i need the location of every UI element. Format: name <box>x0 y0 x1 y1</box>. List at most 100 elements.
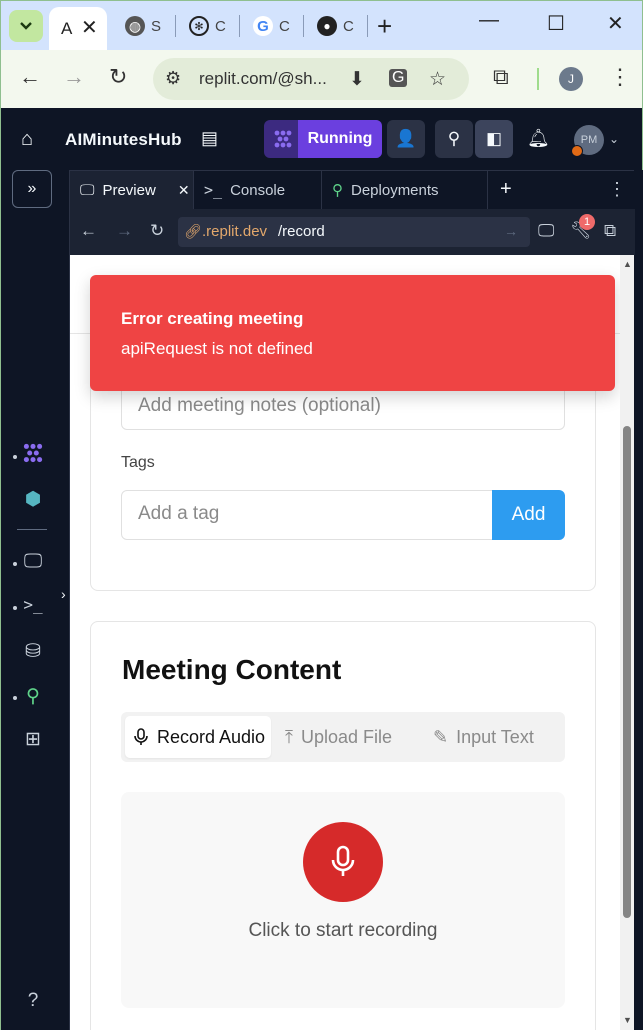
tab-title: C <box>215 17 226 35</box>
forward-icon[interactable]: → <box>116 221 133 241</box>
github-icon: ● <box>317 16 337 36</box>
tab-search-icon[interactable] <box>9 10 43 42</box>
devices-icon[interactable]: 🖵 <box>538 221 554 241</box>
tab-label: Input Text <box>456 726 534 747</box>
browser-tabstrip: A ✕ ◍ S ✻ C G C ● C + — ☐ ✕ <box>0 0 643 51</box>
pencil-icon: ✎ <box>433 726 449 747</box>
mode-selector: Record Audio ⤒ Upload File ✎ Input Text <box>121 712 565 762</box>
chevron-right-icon[interactable]: › <box>61 586 66 602</box>
run-icon[interactable] <box>21 442 45 464</box>
terminal-icon[interactable]: >_ <box>21 595 45 614</box>
recording-hint: Click to start recording <box>248 920 438 941</box>
deploy-icon[interactable]: ⚲ <box>21 685 45 708</box>
project-name[interactable]: AIMinutesHub <box>65 130 182 150</box>
browser-tab[interactable]: ◍ S <box>125 13 161 39</box>
minimize-icon[interactable]: — <box>479 9 499 32</box>
run-icon[interactable] <box>269 125 297 153</box>
rail-dot <box>13 562 17 566</box>
tab-title: C <box>343 17 354 35</box>
database-icon[interactable]: ⛁ <box>21 640 45 663</box>
back-icon[interactable]: ← <box>19 64 41 90</box>
monitor-icon: 🖵 <box>80 181 95 199</box>
reload-icon[interactable]: ↻ <box>109 64 127 90</box>
tab-deployments[interactable]: ⚲ Deployments <box>322 171 488 209</box>
address-bar[interactable]: ⚙ replit.com/@sh... ⬇ G ☆ <box>153 58 469 100</box>
preview-url-field[interactable]: 🔗︎ .replit.dev /record → <box>178 217 530 247</box>
bell-icon[interactable]: 🔔︎ <box>527 128 550 149</box>
record-audio-tab[interactable]: Record Audio <box>125 716 272 758</box>
menu-icon[interactable]: ⋮ <box>609 64 631 90</box>
reload-icon[interactable]: ↻ <box>150 221 164 241</box>
new-window-icon[interactable]: ◧ <box>475 120 513 158</box>
forward-icon[interactable]: → <box>63 64 85 90</box>
pane-tabs: 🖵 Preview ✕ >_ Console ⚲ Deployments + ⋮ <box>70 171 635 209</box>
tab-divider <box>367 15 368 37</box>
site-settings-icon[interactable]: ⚙ <box>165 68 181 89</box>
grid-icon[interactable]: ⊞ <box>21 728 45 751</box>
preview-address-bar: ← → ↻ 🔗︎ .replit.dev /record → 🖵 🔧︎ 1 ⧉ <box>70 209 635 255</box>
tag-input[interactable]: Add a tag <box>121 490 493 540</box>
tags-label: Tags <box>121 454 155 471</box>
maximize-icon[interactable]: ☐ <box>547 11 565 36</box>
status-badge <box>571 145 583 157</box>
scrollbar[interactable]: ▲ ▼ <box>620 255 634 1030</box>
help-icon[interactable]: ? <box>21 990 45 1012</box>
chevron-down-icon[interactable]: ⌄ <box>609 132 619 146</box>
file-icon[interactable]: ▤ <box>201 128 218 149</box>
plus-icon[interactable]: + <box>500 178 512 201</box>
scroll-down-icon[interactable]: ▼ <box>623 1015 632 1025</box>
translate-icon[interactable]: G <box>389 69 408 87</box>
close-icon[interactable]: ✕ <box>178 182 190 199</box>
browser-tab-active[interactable]: A ✕ <box>49 7 107 51</box>
add-tag-button[interactable]: Add <box>492 490 565 540</box>
rail-dot <box>13 606 17 610</box>
tab-label: Preview <box>102 181 156 199</box>
close-icon[interactable]: ✕ <box>607 11 624 36</box>
home-icon[interactable]: ⌂ <box>21 128 33 151</box>
scrollbar-thumb[interactable] <box>623 426 631 918</box>
tab-title: A <box>61 19 73 38</box>
meeting-content-card: Meeting Content Record Audio ⤒ Upload Fi… <box>90 621 596 1030</box>
input-text-tab[interactable]: ✎ Input Text <box>433 716 534 758</box>
tab-divider <box>175 15 176 37</box>
section-title: Meeting Content <box>122 654 342 685</box>
agent-icon[interactable]: ⬢ <box>21 488 45 511</box>
open-external-icon[interactable]: ⧉ <box>604 221 616 241</box>
invite-icon[interactable]: 👤 <box>387 120 425 158</box>
run-button[interactable]: Running <box>298 120 382 158</box>
menu-icon[interactable]: ⋮ <box>608 179 626 200</box>
files-toggle-icon[interactable]: » <box>12 170 52 208</box>
globe-icon: ◍ <box>125 16 145 36</box>
mic-icon <box>331 845 355 876</box>
browser-tab[interactable]: ● C <box>317 13 354 39</box>
profile-avatar[interactable]: J <box>559 67 583 91</box>
rail-divider <box>17 529 47 530</box>
run-group: Running <box>264 120 382 158</box>
error-count-badge: 1 <box>579 214 595 230</box>
tab-console[interactable]: >_ Console <box>194 171 322 209</box>
replit-header: ⌂ AIMinutesHub ▤ Running 👤 ⚲ ◧ 🔔︎ <box>0 108 643 170</box>
install-icon[interactable]: ⬇ <box>349 68 365 91</box>
error-toast[interactable]: Error creating meeting apiRequest is not… <box>90 275 615 391</box>
upload-icon: ⤒ <box>285 726 293 747</box>
scroll-up-icon[interactable]: ▲ <box>623 259 632 269</box>
monitor-icon[interactable]: 🖵 <box>21 551 45 573</box>
go-icon[interactable]: → <box>504 223 518 239</box>
upload-file-tab[interactable]: ⤒ Upload File <box>285 716 392 758</box>
tab-label: Record Audio <box>157 726 266 747</box>
chatgpt-icon: ✻ <box>189 16 209 36</box>
back-icon[interactable]: ← <box>80 221 97 241</box>
close-icon[interactable]: ✕ <box>81 15 98 40</box>
plus-icon[interactable]: + <box>377 11 392 42</box>
start-recording-button[interactable] <box>303 822 383 902</box>
browser-tab[interactable]: G C <box>253 13 290 39</box>
browser-tab[interactable]: ✻ C <box>189 13 226 39</box>
extensions-icon[interactable]: ⧉ <box>493 64 509 90</box>
deploy-icon[interactable]: ⚲ <box>435 120 473 158</box>
link-icon: 🔗︎ <box>184 223 202 239</box>
tab-preview[interactable]: 🖵 Preview ✕ <box>70 171 194 209</box>
star-icon[interactable]: ☆ <box>429 68 446 91</box>
toast-title: Error creating meeting <box>121 309 304 328</box>
rail-dot <box>13 455 17 459</box>
preview-pane: 🖵 Preview ✕ >_ Console ⚲ Deployments + ⋮… <box>69 170 635 1030</box>
